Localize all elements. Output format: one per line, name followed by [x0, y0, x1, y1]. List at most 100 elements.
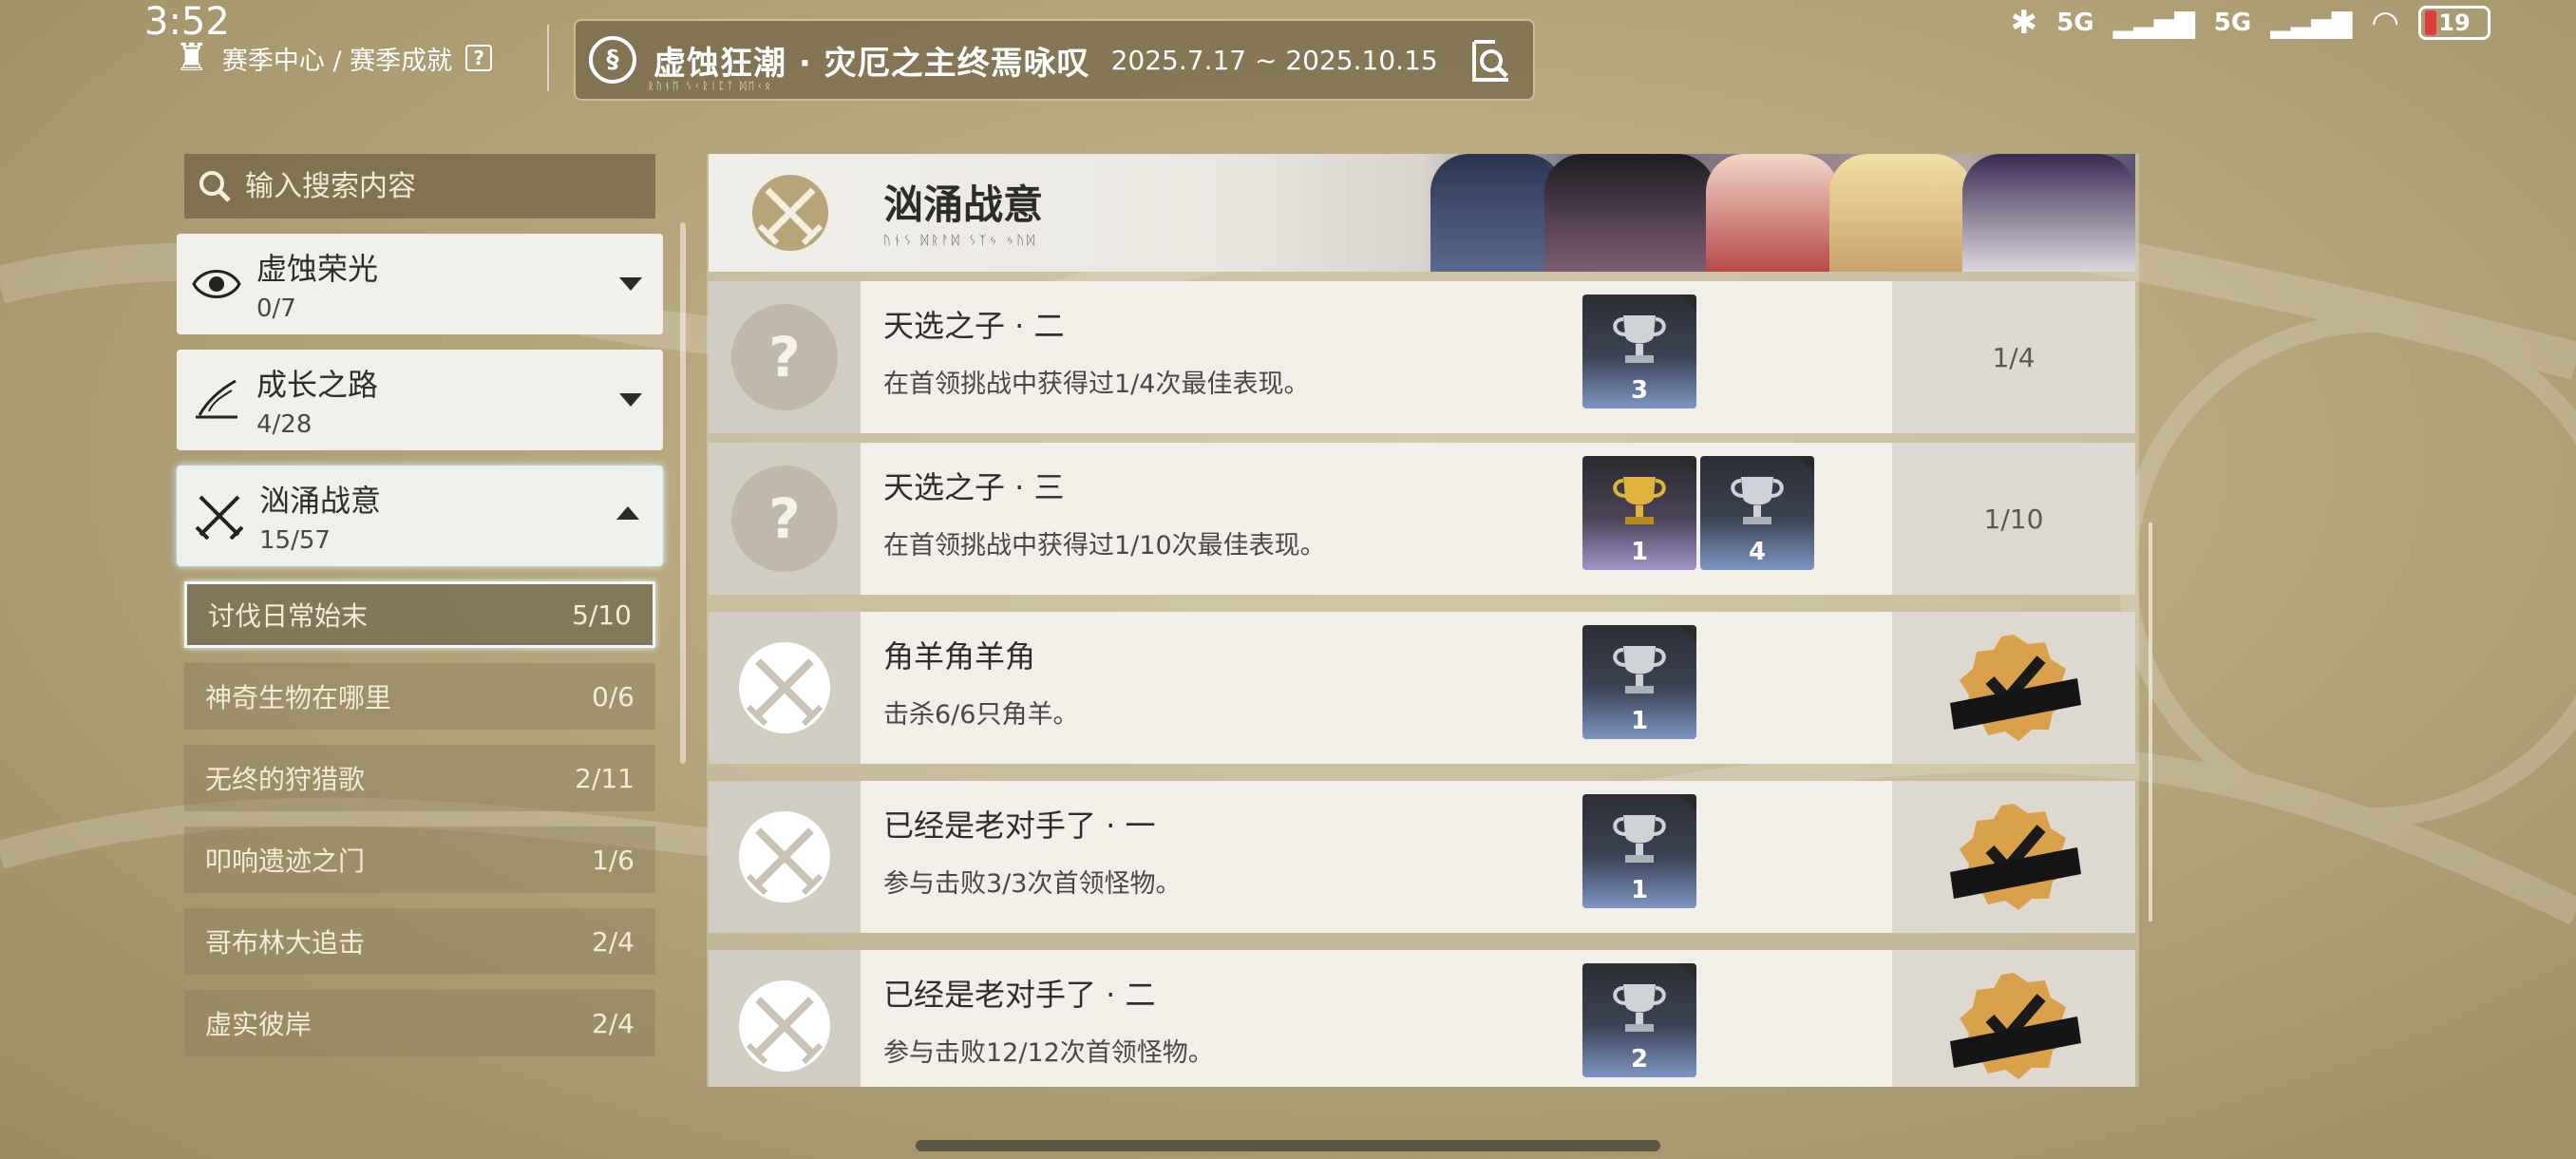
- achievement-desc: 在首领挑战中获得过1/4次最佳表现。: [883, 370, 1310, 399]
- gold-trophy-reward[interactable]: 1: [1582, 456, 1696, 570]
- chevron-up-icon: [616, 506, 639, 520]
- achievement-title: 天选之子 · 二: [883, 308, 1065, 344]
- subcategory-name: 讨伐日常始末: [208, 600, 369, 632]
- category-xiongyong-zhanyi[interactable]: 汹涌战意 15/57: [177, 466, 663, 566]
- subcategory-count: 2/11: [575, 762, 635, 794]
- eye-emblem-icon: [188, 256, 245, 313]
- season-emblem-icon: ♜: [175, 36, 209, 80]
- locked-question-icon: ?: [731, 304, 838, 410]
- section-rune-decoration: ᚢᚾᛊ ᛞᚱᚨᛞ ᛊᛉᛃ ᛃᚢᛞ: [883, 234, 1037, 248]
- achievement-progress: 1/4: [1992, 341, 2036, 373]
- achievement-title: 角羊角羊角: [883, 638, 1036, 674]
- search-input[interactable]: [245, 169, 644, 203]
- subcategory-item[interactable]: 神奇生物在哪里 0/6: [184, 663, 655, 730]
- achievement-row[interactable]: 角羊角羊角 击杀6/6只角羊。 1: [709, 612, 2135, 764]
- achievement-icon-slot: [709, 612, 861, 764]
- crossed-swords-icon: [191, 487, 248, 544]
- achievement-desc: 参与击败12/12次首领怪物。: [883, 1038, 1214, 1068]
- subcategory-item[interactable]: 讨伐日常始末 5/10: [184, 581, 655, 648]
- season-banner: § 虚蚀狂潮 · 灾厄之主终焉咏叹 2025.7.17 ~ 2025.10.15…: [574, 19, 1535, 101]
- achievement-icon-slot: [709, 950, 861, 1087]
- cellular-2-label: 5G: [2213, 9, 2252, 37]
- subcategory-name: 神奇生物在哪里: [205, 682, 392, 713]
- reward-qty: 1: [1630, 876, 1649, 904]
- subcategory-name: 叩响遗迹之门: [205, 846, 366, 877]
- achievement-desc: 在首领挑战中获得过1/10次最佳表现。: [883, 531, 1326, 560]
- wifi-icon: ◠: [2371, 4, 2399, 42]
- trophy-icon: [1731, 477, 1784, 524]
- category-name: 虚蚀荣光: [256, 251, 379, 287]
- season-rune-decoration: ᚱᚢᚾᛖ ᛊᚲᚱᛁᛈᛏ ᛞᛖᚲᛟ: [648, 80, 773, 92]
- category-name: 成长之路: [256, 367, 379, 403]
- reward-qty: 2: [1630, 1045, 1649, 1074]
- achievement-title: 已经是老对手了 · 二: [883, 977, 1156, 1013]
- completed-badge-icon: [1950, 635, 2081, 741]
- subcategory-count: 0/6: [591, 680, 635, 712]
- achievement-progress: 1/10: [1983, 503, 2044, 535]
- subcategory-item[interactable]: 哥布林大追击 2/4: [184, 908, 655, 975]
- bluetooth-icon: ✱: [2010, 4, 2038, 42]
- character-art: [1544, 154, 1715, 272]
- silver-trophy-reward[interactable]: 2: [1582, 963, 1696, 1077]
- silver-trophy-reward[interactable]: 1: [1582, 625, 1696, 739]
- character-art: [1962, 154, 2135, 272]
- achievement-row[interactable]: 已经是老对手了 · 二 参与击败12/12次首领怪物。 2: [709, 950, 2135, 1087]
- category-count: 0/7: [256, 294, 296, 323]
- category-count: 15/57: [259, 526, 331, 555]
- battery-icon: 19: [2418, 6, 2491, 40]
- achievement-status-cell: [1892, 950, 2135, 1087]
- season-search-icon[interactable]: [1467, 36, 1516, 86]
- category-xushi-rongguang[interactable]: 虚蚀荣光 0/7: [177, 234, 663, 334]
- subcategory-count: 1/6: [591, 844, 635, 876]
- achievement-status-cell: 1/4: [1892, 281, 2135, 433]
- sidebar-scrollbar[interactable]: [680, 222, 686, 764]
- achievement-status-cell: 1/10: [1892, 443, 2135, 595]
- header-divider: [547, 25, 549, 91]
- main-scrollbar[interactable]: [2149, 522, 2152, 922]
- achievement-row[interactable]: 已经是老对手了 · 一 参与击败3/3次首领怪物。 1: [709, 781, 2135, 933]
- breadcrumb-text[interactable]: 赛季中心 / 赛季成就: [222, 40, 452, 77]
- completed-badge-icon: [1950, 973, 2081, 1079]
- search-bar: [184, 154, 655, 218]
- category-name: 汹涌战意: [259, 483, 382, 519]
- category-chengzhang-zhilu[interactable]: 成长之路 4/28: [177, 350, 663, 450]
- subcategory-item[interactable]: 叩响遗迹之门 1/6: [184, 826, 655, 893]
- silver-trophy-reward[interactable]: 4: [1700, 456, 1814, 570]
- season-title: 虚蚀狂潮 · 灾厄之主终焉咏叹: [653, 44, 1090, 83]
- crossed-swords-medal-icon: [739, 980, 830, 1072]
- chevron-down-icon: [619, 393, 642, 407]
- home-indicator[interactable]: [916, 1140, 1660, 1151]
- subcategory-item[interactable]: 虚实彼岸 2/4: [184, 990, 655, 1056]
- trophy-icon: [1613, 646, 1666, 694]
- achievement-status-cell: [1892, 612, 2135, 764]
- silver-trophy-reward[interactable]: 3: [1582, 294, 1696, 408]
- signal-bars-icon: ▂▃▅▇: [2112, 7, 2195, 39]
- reward-qty: 1: [1630, 707, 1649, 735]
- achievement-status-cell: [1892, 781, 2135, 933]
- help-button[interactable]: ?: [465, 45, 493, 71]
- subcategory-count: 2/4: [591, 1007, 635, 1039]
- achievement-title: 已经是老对手了 · 一: [883, 808, 1156, 844]
- completed-badge-icon: [1950, 804, 2081, 910]
- crossed-swords-medal-icon: [739, 811, 830, 902]
- section-title: 汹涌战意: [883, 181, 1044, 228]
- achievement-desc: 参与击败3/3次首领怪物。: [883, 869, 1182, 899]
- silver-trophy-reward[interactable]: 1: [1582, 794, 1696, 908]
- achievement-row[interactable]: ? 天选之子 · 二 在首领挑战中获得过1/4次最佳表现。 3 1/4: [709, 281, 2135, 433]
- crossed-swords-emblem-icon: [752, 175, 828, 251]
- reward-qty: 3: [1630, 376, 1649, 405]
- character-art: [1430, 154, 1563, 272]
- signal-bars-icon: ▂▃▅▇: [2270, 7, 2353, 39]
- character-art: [1706, 154, 1839, 272]
- subcategory-count: 5/10: [572, 598, 632, 631]
- search-icon: [199, 171, 231, 202]
- achievement-title: 天选之子 · 三: [883, 469, 1065, 505]
- trophy-icon: [1613, 815, 1666, 863]
- season-dates: 2025.7.17 ~ 2025.10.15: [1110, 44, 1438, 76]
- subcategory-name: 虚实彼岸: [205, 1009, 313, 1040]
- subcategory-name: 无终的狩猎歌: [205, 764, 366, 795]
- subcategory-item[interactable]: 无终的狩猎歌 2/11: [184, 745, 655, 811]
- trophy-icon: [1613, 984, 1666, 1032]
- trophy-icon: [1613, 315, 1666, 363]
- achievement-row[interactable]: ? 天选之子 · 三 在首领挑战中获得过1/10次最佳表现。 1 4 1/10: [709, 443, 2135, 595]
